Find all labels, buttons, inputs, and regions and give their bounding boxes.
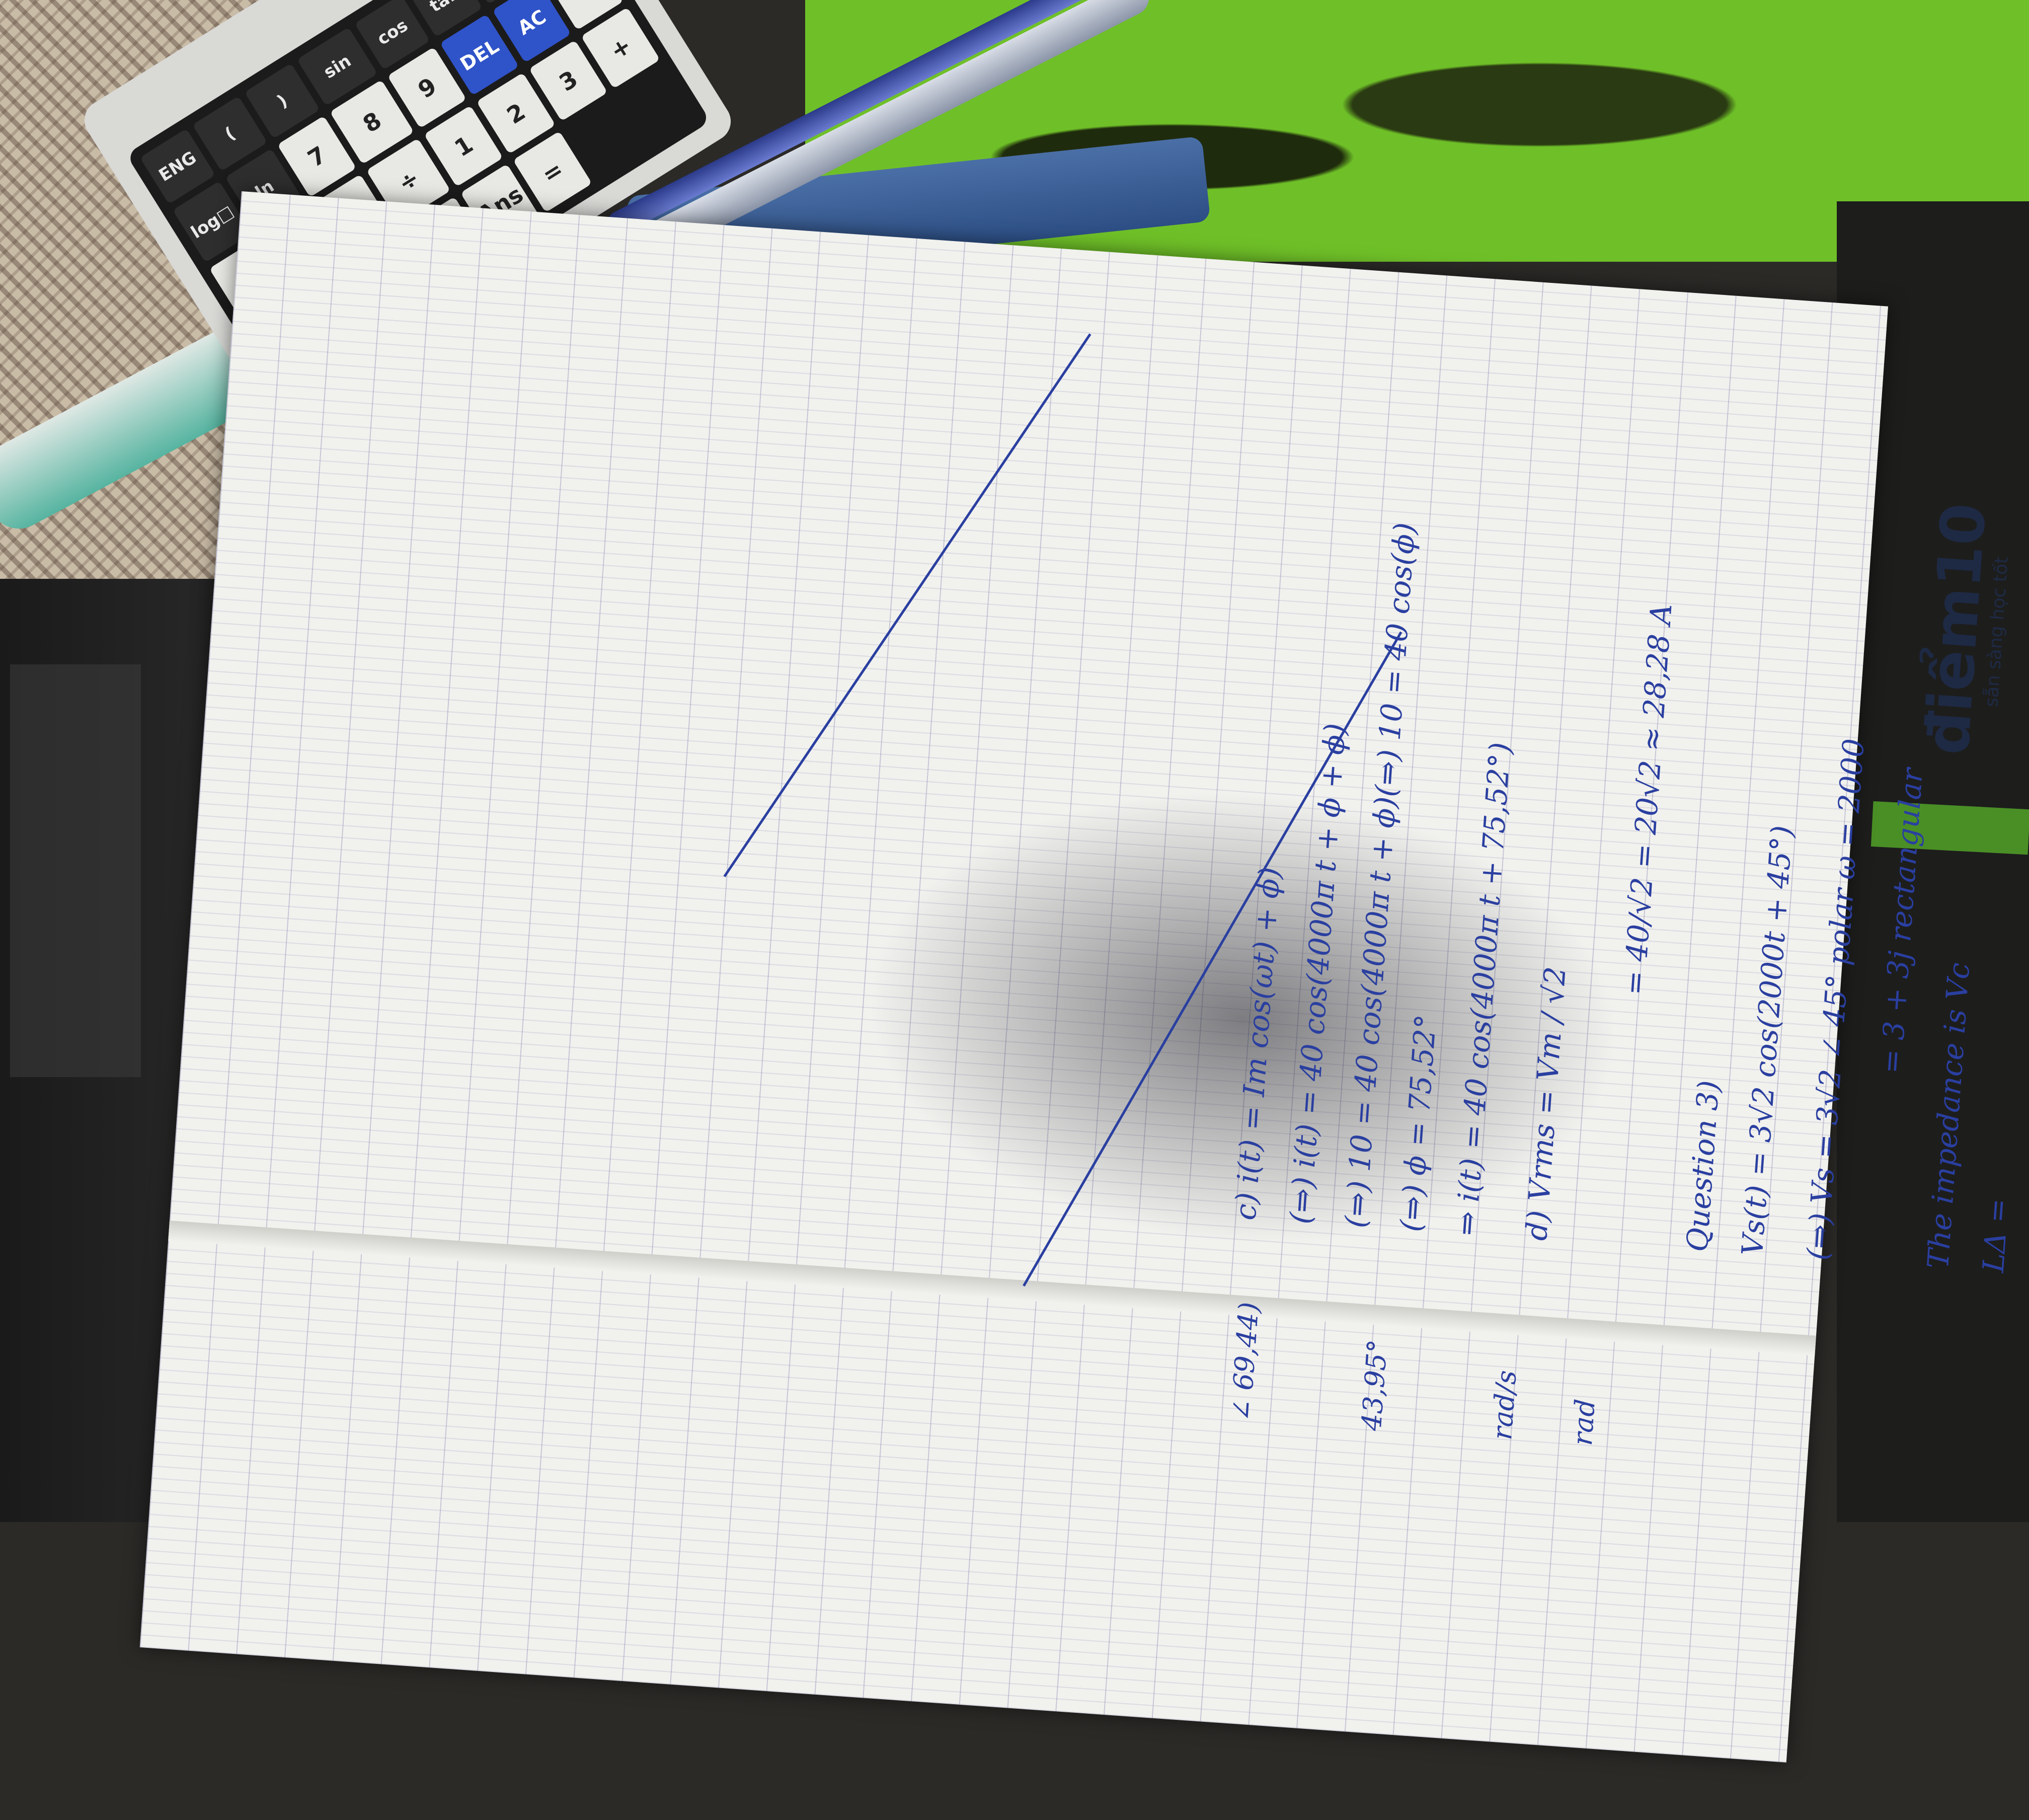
previous-page-line: rad [1566,1398,1602,1447]
open-notebook: c) i(t) = Im cos(ωt) + ϕ) (⇒) i(t) = 40 c… [139,191,2015,1763]
handwritten-line: = 3 + 3j rectangular [1874,767,1930,1075]
book-cover-print [10,664,141,1077]
handwritten-line: LΔ = [1976,1197,2015,1274]
handwritten-line: = 40/√2 = 20√2 ≈ 28,28 A [1617,602,1679,997]
previous-page-line: ∠ 69,44) [1225,1301,1265,1423]
logo-mark: điểm10 [1912,501,2000,757]
previous-page-notes: ∠ 69,44) 43,95° rad/s rad [1195,1017,1601,1447]
previous-page-line: 43,95° [1355,1338,1394,1432]
previous-page-line: rad/s [1486,1369,1523,1441]
handwritten-line: (⇒) Vs = 3√2 ∠ 45° polar ω = 2000 [1800,737,1871,1261]
handwritten-line: Question 3) [1680,1079,1726,1253]
handwritten-line: d) Vrms = Vm / √2 [1519,965,1573,1242]
